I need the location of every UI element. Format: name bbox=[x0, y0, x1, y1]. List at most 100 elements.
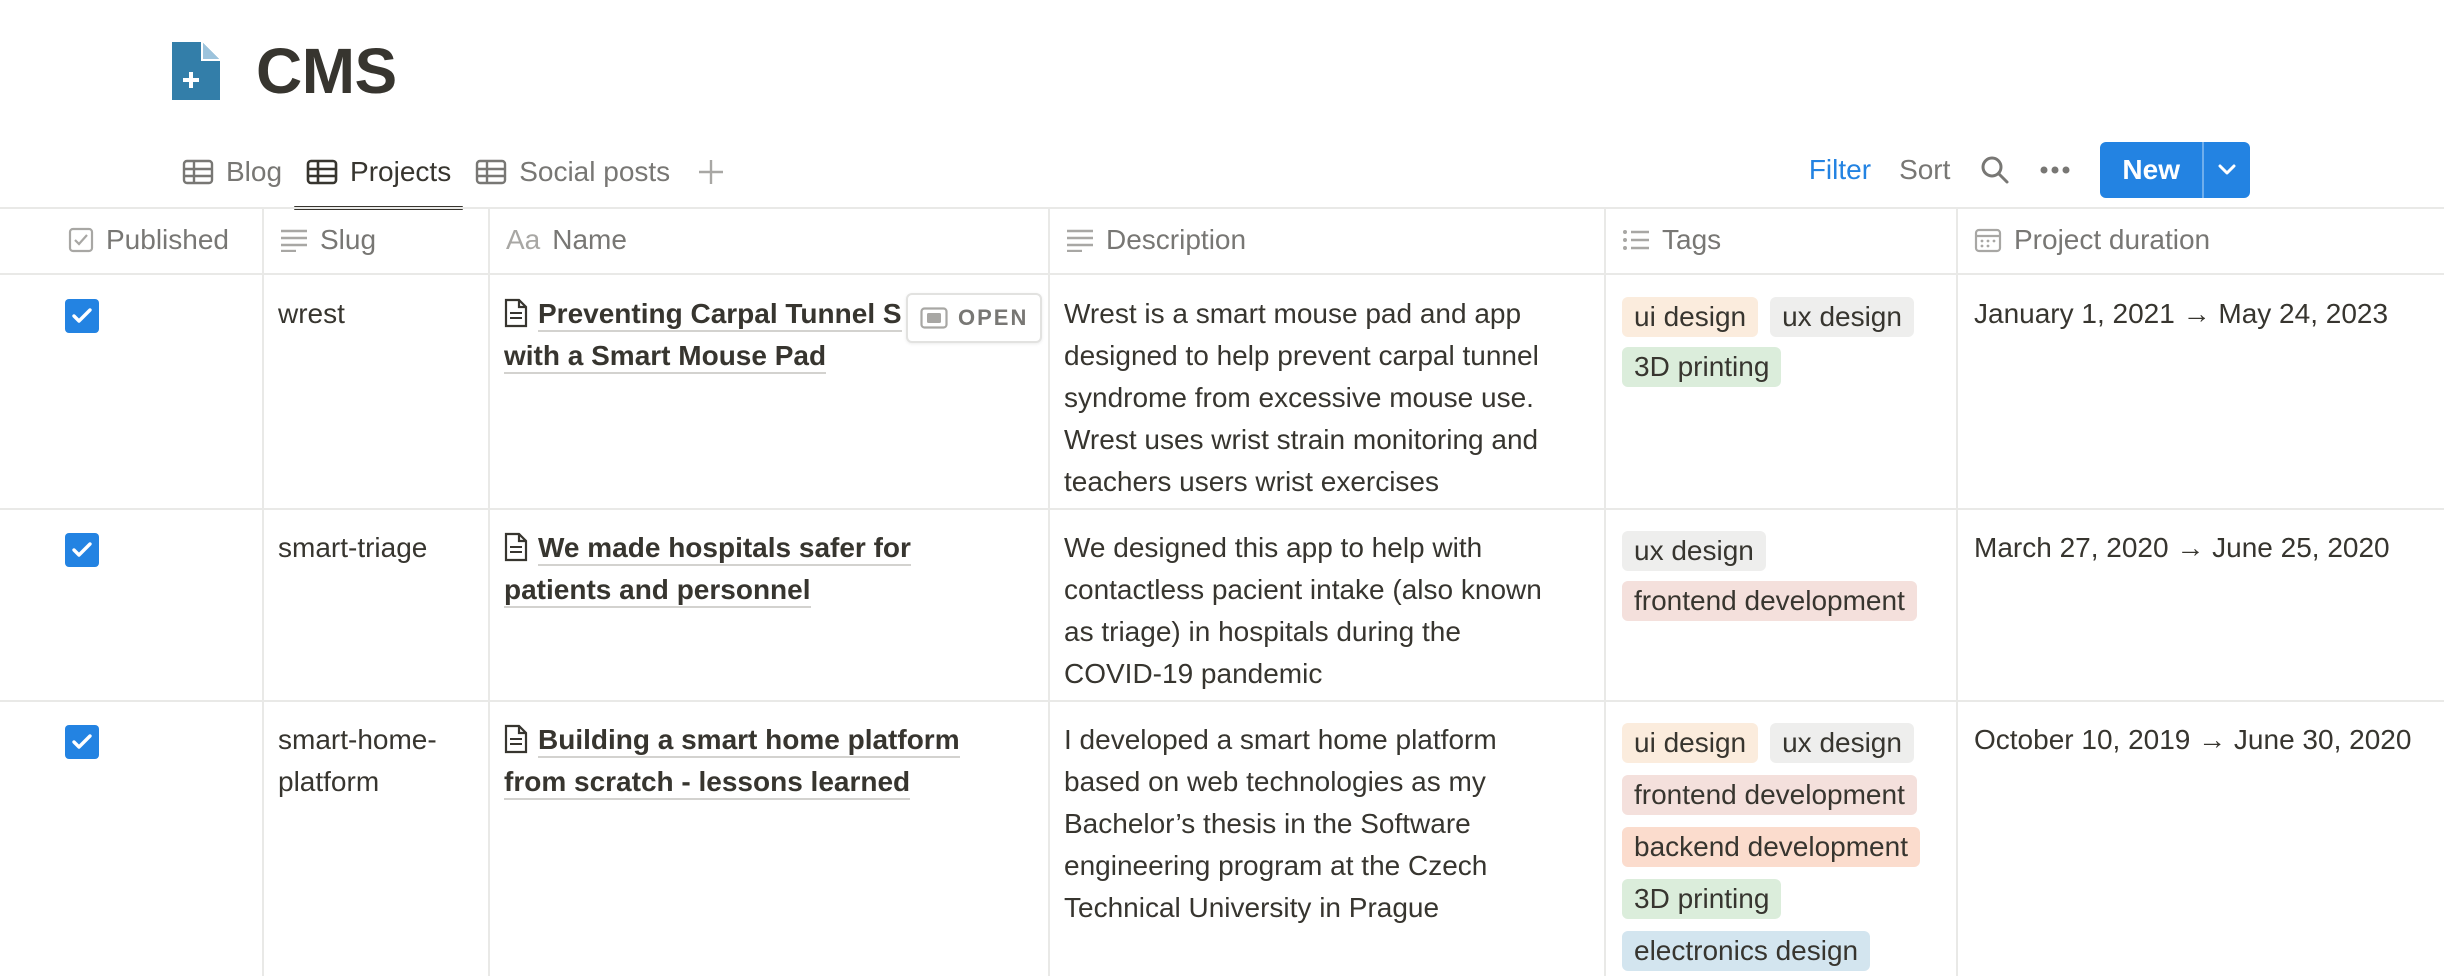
page-link[interactable]: patients and personnel bbox=[504, 574, 811, 608]
new-options-button[interactable] bbox=[2204, 142, 2250, 198]
name-cell[interactable]: Building a smart home platform from scra… bbox=[488, 719, 1048, 803]
check-icon bbox=[72, 542, 92, 557]
column-header-slug[interactable]: Slug bbox=[262, 207, 488, 273]
tag-ui-design: ui design bbox=[1622, 723, 1759, 763]
column-header-name[interactable]: Aa Name bbox=[488, 207, 1048, 273]
project-duration-cell[interactable]: January 1, 2021 → May 24, 2023 bbox=[1974, 293, 2388, 335]
checkbox-icon bbox=[68, 227, 94, 253]
description-cell[interactable]: We designed this app to help with contac… bbox=[1048, 527, 1604, 695]
aa-icon: Aa bbox=[506, 224, 541, 255]
slug-cell[interactable]: smart-triage bbox=[262, 527, 488, 569]
tag-ui-design: ui design bbox=[1622, 297, 1759, 337]
project-duration-cell[interactable]: March 27, 2020 → June 25, 2020 bbox=[1974, 527, 2390, 569]
name-cell[interactable]: We made hospitals safer for patients and… bbox=[488, 527, 1048, 611]
column-header-tags[interactable]: Tags bbox=[1604, 207, 1956, 273]
description-line: I developed a smart home platform bbox=[1064, 724, 1497, 755]
table-row[interactable]: smart-home- platform Building a smart ho… bbox=[0, 702, 2444, 976]
tab-label: Projects bbox=[350, 156, 452, 187]
table-icon bbox=[182, 159, 214, 185]
tab-projects[interactable]: Projects bbox=[294, 136, 464, 210]
cms-page: CMS Blog Projects Social posts Filter So… bbox=[0, 0, 2444, 976]
slug-cell[interactable]: wrest bbox=[262, 293, 488, 335]
tags-cell[interactable]: ui design ux design 3D printing bbox=[1622, 297, 1942, 387]
page-link[interactable]: with a Smart Mouse Pad bbox=[504, 340, 827, 374]
description-line: Wrest is a smart mouse pad and app bbox=[1064, 298, 1522, 329]
description-line: based on web technologies as my bbox=[1064, 766, 1486, 797]
add-view-button[interactable] bbox=[682, 136, 740, 208]
description-cell[interactable]: Wrest is a smart mouse pad and app desig… bbox=[1048, 293, 1604, 503]
column-header-published[interactable]: Published bbox=[50, 207, 262, 273]
sort-button[interactable]: Sort bbox=[1899, 154, 1950, 186]
tag-3d-printing: 3D printing bbox=[1622, 879, 1782, 919]
more-horizontal-icon bbox=[2040, 166, 2070, 174]
open-panel-icon bbox=[920, 307, 948, 329]
tab-label: Blog bbox=[226, 156, 283, 187]
page-header: CMS bbox=[170, 34, 397, 108]
tab-blog[interactable]: Blog bbox=[170, 136, 294, 208]
database-table: Published Slug Aa Name Description Tags … bbox=[0, 207, 2444, 976]
view-tabs: Blog Projects Social posts bbox=[170, 136, 740, 210]
new-button[interactable]: New bbox=[2100, 142, 2202, 198]
slug-line: smart-home- bbox=[278, 724, 437, 755]
slug-cell[interactable]: smart-home- platform bbox=[262, 719, 488, 803]
tag-frontend-development: frontend development bbox=[1622, 775, 1917, 815]
view-actions: Filter Sort New bbox=[1781, 136, 2250, 208]
page-link[interactable]: Building a smart home platform bbox=[538, 724, 960, 758]
search-icon bbox=[1981, 156, 2009, 184]
published-checkbox[interactable] bbox=[65, 299, 99, 333]
column-header-label: Slug bbox=[320, 224, 377, 255]
open-page-button[interactable]: OPEN bbox=[906, 293, 1043, 343]
table-row[interactable]: wrest Preventing Carpal Tunnel S with a … bbox=[0, 275, 2444, 508]
check-icon bbox=[72, 308, 92, 323]
text-lines-icon bbox=[1067, 229, 1093, 252]
tags-cell[interactable]: ui design ux design frontend development… bbox=[1622, 723, 1942, 971]
tag-3d-printing: 3D printing bbox=[1622, 347, 1782, 387]
column-header-label: Tags bbox=[1662, 224, 1722, 255]
slug-line: platform bbox=[278, 766, 380, 797]
chevron-down-icon bbox=[2218, 164, 2236, 175]
tab-label: Social posts bbox=[519, 156, 671, 187]
page-link[interactable]: Preventing Carpal Tunnel S bbox=[538, 298, 902, 332]
column-header-label: Description bbox=[1106, 224, 1247, 255]
tab-social-posts[interactable]: Social posts bbox=[463, 136, 682, 208]
open-label: OPEN bbox=[958, 305, 1029, 330]
published-checkbox[interactable] bbox=[65, 533, 99, 567]
project-duration-cell[interactable]: October 10, 2019 → June 30, 2020 bbox=[1974, 719, 2411, 761]
column-header-description[interactable]: Description bbox=[1048, 207, 1604, 273]
page-link[interactable]: We made hospitals safer for bbox=[538, 532, 911, 566]
page-plus-icon bbox=[172, 42, 220, 100]
filter-button[interactable]: Filter bbox=[1809, 154, 1871, 186]
description-line: syndrome from excessive mouse use. bbox=[1064, 382, 1534, 413]
page-link[interactable]: from scratch - lessons learned bbox=[504, 766, 911, 800]
column-header-label: Project duration bbox=[2014, 224, 2211, 255]
published-checkbox[interactable] bbox=[65, 725, 99, 759]
description-cell[interactable]: I developed a smart home platform based … bbox=[1048, 719, 1604, 929]
table-icon bbox=[306, 159, 338, 185]
text-lines-icon bbox=[281, 229, 307, 252]
description-line: Wrest uses wrist strain monitoring and bbox=[1064, 424, 1539, 455]
tag-electronics-design: electronics design bbox=[1622, 931, 1871, 971]
document-icon bbox=[504, 724, 528, 754]
column-header-project-duration[interactable]: Project duration bbox=[1956, 207, 2444, 273]
tag-backend-development: backend development bbox=[1622, 827, 1920, 867]
description-line: COVID-19 pandemic bbox=[1064, 658, 1323, 689]
search-button[interactable] bbox=[1980, 155, 2010, 185]
column-header-label: Published bbox=[106, 224, 229, 255]
tag-ux-design: ux design bbox=[1770, 297, 1914, 337]
tags-cell[interactable]: ux design frontend development bbox=[1622, 531, 1942, 621]
view-toolbar: Blog Projects Social posts Filter Sort N… bbox=[170, 136, 2250, 210]
tag-ux-design: ux design bbox=[1770, 723, 1914, 763]
description-line: Technical University in Prague bbox=[1064, 892, 1440, 923]
description-line: engineering program at the Czech bbox=[1064, 850, 1488, 881]
tag-frontend-development: frontend development bbox=[1622, 581, 1917, 621]
table-icon bbox=[476, 159, 507, 185]
check-icon bbox=[72, 734, 92, 749]
more-options-button[interactable] bbox=[2040, 166, 2070, 174]
description-line: designed to help prevent carpal tunnel bbox=[1064, 340, 1539, 371]
table-row[interactable]: smart-triage We made hospitals safer for… bbox=[0, 510, 2444, 700]
document-icon bbox=[504, 298, 528, 328]
new-button-group: New bbox=[2100, 142, 2250, 198]
list-icon bbox=[1623, 230, 1649, 250]
description-line: We designed this app to help with bbox=[1064, 532, 1483, 563]
description-line: teachers users wrist exercises bbox=[1064, 466, 1440, 497]
